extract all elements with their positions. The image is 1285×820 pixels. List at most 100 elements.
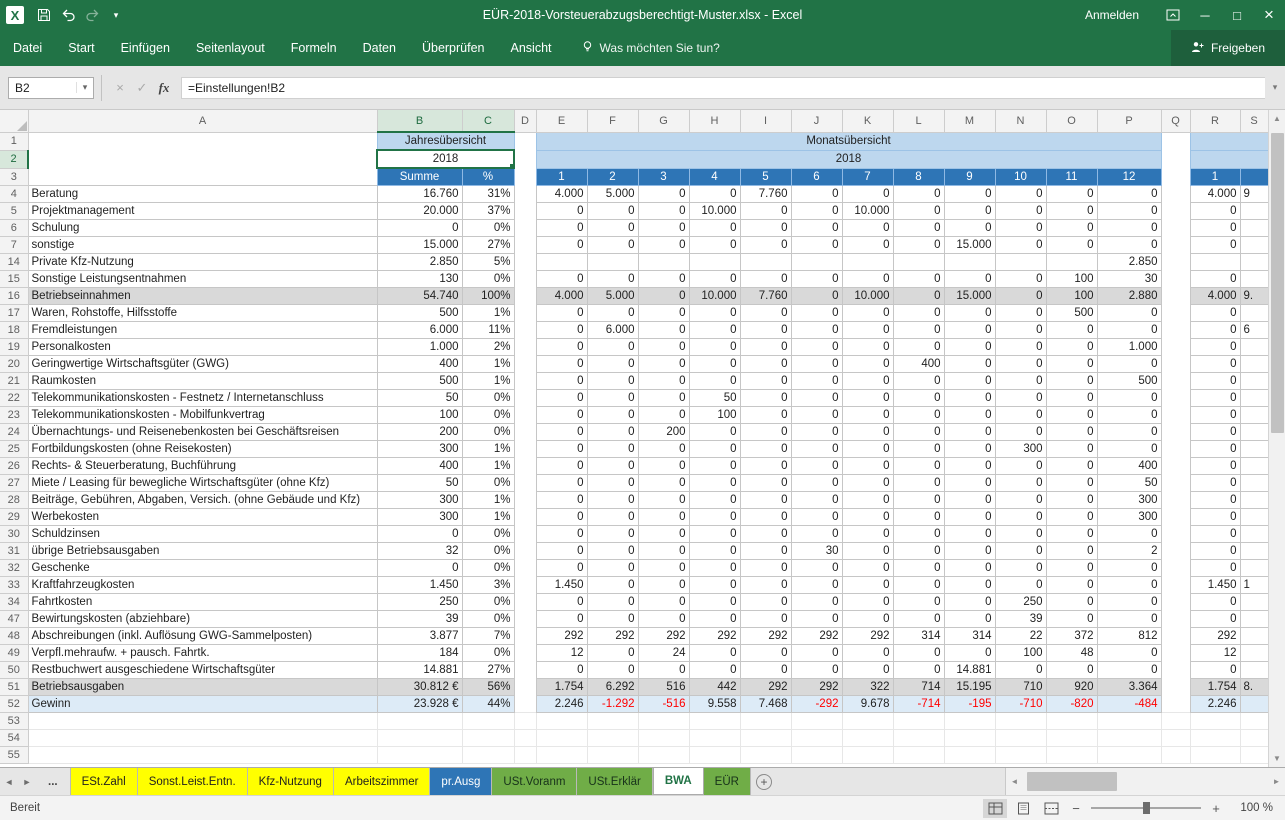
cell[interactable]: 9: [944, 168, 995, 186]
cell[interactable]: [28, 730, 377, 747]
cell[interactable]: [514, 475, 536, 492]
cell[interactable]: 0: [791, 526, 842, 543]
cell[interactable]: 0: [995, 543, 1046, 560]
cell[interactable]: [1161, 713, 1190, 730]
cell[interactable]: 0: [791, 441, 842, 458]
cell[interactable]: 0: [587, 390, 638, 407]
cell[interactable]: [28, 713, 377, 730]
cell[interactable]: 0: [1097, 441, 1161, 458]
cell[interactable]: 20.000: [377, 203, 462, 220]
cell[interactable]: 0: [587, 492, 638, 509]
cell[interactable]: 0: [944, 560, 995, 577]
cell[interactable]: 0: [638, 373, 689, 390]
cell[interactable]: [842, 730, 893, 747]
cell[interactable]: 0: [536, 237, 587, 254]
cell[interactable]: 0: [995, 356, 1046, 373]
cell[interactable]: 0: [1097, 424, 1161, 441]
cell[interactable]: 0: [893, 390, 944, 407]
cell[interactable]: 16.760: [377, 186, 462, 203]
cell[interactable]: 292: [791, 679, 842, 696]
cell[interactable]: 0: [893, 662, 944, 679]
cell[interactable]: 0: [791, 594, 842, 611]
cell[interactable]: %: [462, 168, 514, 186]
cell[interactable]: 8: [893, 168, 944, 186]
cell[interactable]: 0: [791, 509, 842, 526]
cell[interactable]: [1240, 696, 1268, 713]
sheet-tab-ust-erkl-r[interactable]: USt.Erklär: [577, 768, 652, 795]
cell[interactable]: 0: [1097, 577, 1161, 594]
name-box-dropdown-icon[interactable]: ▾: [76, 82, 93, 93]
cell[interactable]: 3.364: [1097, 679, 1161, 696]
cell[interactable]: 250: [377, 594, 462, 611]
cell[interactable]: 292: [740, 679, 791, 696]
cell[interactable]: [995, 747, 1046, 764]
cell[interactable]: 0: [791, 288, 842, 305]
cell[interactable]: 0: [377, 526, 462, 543]
cell[interactable]: 0: [791, 203, 842, 220]
cell[interactable]: 0: [791, 475, 842, 492]
cell[interactable]: 0: [536, 390, 587, 407]
cell[interactable]: [514, 322, 536, 339]
scroll-right-icon[interactable]: ►: [1268, 777, 1285, 786]
cell[interactable]: 300: [995, 441, 1046, 458]
horizontal-scroll-track[interactable]: [1023, 768, 1268, 795]
cell[interactable]: 0: [536, 441, 587, 458]
cell[interactable]: 0: [689, 509, 740, 526]
cell[interactable]: 0%: [462, 594, 514, 611]
column-header-L[interactable]: L: [893, 110, 944, 132]
cell[interactable]: 0: [536, 475, 587, 492]
cell[interactable]: 812: [1097, 628, 1161, 645]
cell[interactable]: 500: [377, 305, 462, 322]
cell[interactable]: 0: [944, 509, 995, 526]
cell[interactable]: 0: [536, 509, 587, 526]
cell[interactable]: 0: [842, 339, 893, 356]
cell[interactable]: 0: [689, 441, 740, 458]
cell[interactable]: 0: [842, 390, 893, 407]
cell[interactable]: 0: [638, 220, 689, 237]
cell[interactable]: 0: [842, 407, 893, 424]
cell[interactable]: 0: [893, 543, 944, 560]
cell[interactable]: 0: [944, 458, 995, 475]
cell[interactable]: 0: [1097, 390, 1161, 407]
row-header-5[interactable]: 5: [0, 203, 28, 220]
cell[interactable]: 3: [638, 168, 689, 186]
cell[interactable]: [1240, 271, 1268, 288]
cell[interactable]: 0: [689, 271, 740, 288]
cell[interactable]: 0: [1097, 407, 1161, 424]
cell[interactable]: 0: [1190, 424, 1240, 441]
row-header-26[interactable]: 26: [0, 458, 28, 475]
row-header-29[interactable]: 29: [0, 509, 28, 526]
cell[interactable]: [944, 713, 995, 730]
ribbon-tab-daten[interactable]: Daten: [350, 30, 409, 66]
row-header-21[interactable]: 21: [0, 373, 28, 390]
cell[interactable]: Fremdleistungen: [28, 322, 377, 339]
column-header-O[interactable]: O: [1046, 110, 1097, 132]
cell[interactable]: [1240, 254, 1268, 271]
cell[interactable]: [1161, 237, 1190, 254]
cell[interactable]: 1.450: [536, 577, 587, 594]
cell[interactable]: 0: [587, 475, 638, 492]
cell[interactable]: 0: [842, 645, 893, 662]
cell[interactable]: [1161, 407, 1190, 424]
cell[interactable]: 184: [377, 645, 462, 662]
cell[interactable]: 7.760: [740, 288, 791, 305]
cell[interactable]: 3.877: [377, 628, 462, 645]
cell[interactable]: [1240, 237, 1268, 254]
cell[interactable]: 100: [995, 645, 1046, 662]
cell[interactable]: [1097, 713, 1161, 730]
cell[interactable]: 0: [944, 305, 995, 322]
cell[interactable]: Schulung: [28, 220, 377, 237]
cell[interactable]: übrige Betriebsausgaben: [28, 543, 377, 560]
cell[interactable]: [1161, 543, 1190, 560]
cell[interactable]: 0: [740, 203, 791, 220]
cell[interactable]: 0: [995, 407, 1046, 424]
cell[interactable]: 1%: [462, 305, 514, 322]
insert-function-icon[interactable]: fx: [153, 77, 175, 99]
cell[interactable]: [514, 713, 536, 730]
cell[interactable]: 24: [638, 645, 689, 662]
close-button[interactable]: ×: [1253, 0, 1285, 30]
cell[interactable]: 314: [893, 628, 944, 645]
cell[interactable]: 0: [893, 611, 944, 628]
cell[interactable]: [377, 747, 462, 764]
cell[interactable]: 0: [587, 441, 638, 458]
